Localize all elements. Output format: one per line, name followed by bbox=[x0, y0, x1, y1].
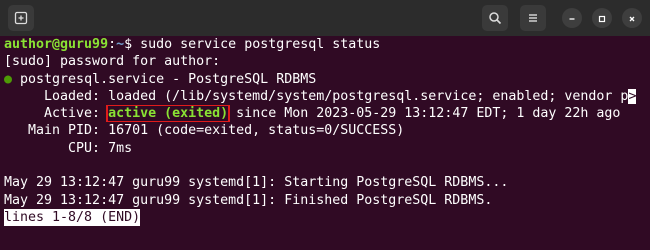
sudo-prompt-line: [sudo] password for author: bbox=[4, 54, 221, 70]
minimize-icon bbox=[567, 9, 577, 28]
active-label: Active: bbox=[4, 106, 109, 122]
terminal-titlebar bbox=[0, 0, 650, 37]
command-text: sudo service postgresql status bbox=[140, 37, 381, 52]
new-tab-button[interactable] bbox=[8, 5, 34, 31]
loaded-line: Loaded: loaded (/lib/systemd/system/post… bbox=[4, 88, 650, 105]
service-header-line: ● postgresql.service - PostgreSQL RDBMS bbox=[4, 71, 650, 88]
active-since: since Mon 2023-05-29 13:12:47 EDT; 1 day… bbox=[228, 106, 621, 122]
hamburger-menu-icon bbox=[526, 11, 540, 25]
pager-status-line: lines 1-8/8 (END) bbox=[4, 208, 650, 227]
truncation-marker: > bbox=[628, 88, 637, 104]
cpu-line: CPU: 7ms bbox=[4, 140, 133, 156]
menu-button[interactable] bbox=[520, 5, 546, 31]
close-icon bbox=[627, 9, 637, 28]
service-name: postgresql.service - PostgreSQL RDBMS bbox=[12, 71, 317, 87]
command-prompt-line: author@guru99:~$ sudo service postgresql… bbox=[4, 36, 650, 53]
prompt-end: $ bbox=[124, 37, 141, 52]
active-line: Active: active (exited) since Mon 2023-0… bbox=[4, 105, 650, 123]
loaded-value: loaded (/lib/systemd/system/postgresql.s… bbox=[108, 88, 629, 104]
main-pid-line: Main PID: 16701 (code=exited, status=0/S… bbox=[4, 123, 405, 139]
maximize-button[interactable] bbox=[592, 8, 612, 28]
log-line-finished: May 29 13:12:47 guru99 systemd[1]: Finis… bbox=[4, 192, 493, 208]
terminal-output[interactable]: author@guru99:~$ sudo service postgresql… bbox=[0, 36, 650, 250]
prompt-path: ~ bbox=[116, 37, 125, 52]
prompt-separator: : bbox=[108, 37, 117, 52]
service-status-dot: ● bbox=[4, 71, 13, 87]
log-line-starting: May 29 13:12:47 guru99 systemd[1]: Start… bbox=[4, 175, 509, 191]
close-button[interactable] bbox=[622, 8, 642, 28]
search-button[interactable] bbox=[482, 5, 508, 31]
minimize-button[interactable] bbox=[562, 8, 582, 28]
active-status-highlight: active (exited) bbox=[106, 105, 231, 123]
loaded-label: Loaded: bbox=[4, 88, 109, 104]
pager-status: lines 1-8/8 (END) bbox=[4, 208, 141, 227]
maximize-icon bbox=[597, 9, 607, 28]
new-tab-icon bbox=[14, 11, 28, 25]
prompt-user: author@guru99 bbox=[4, 37, 109, 52]
search-icon bbox=[488, 11, 502, 25]
